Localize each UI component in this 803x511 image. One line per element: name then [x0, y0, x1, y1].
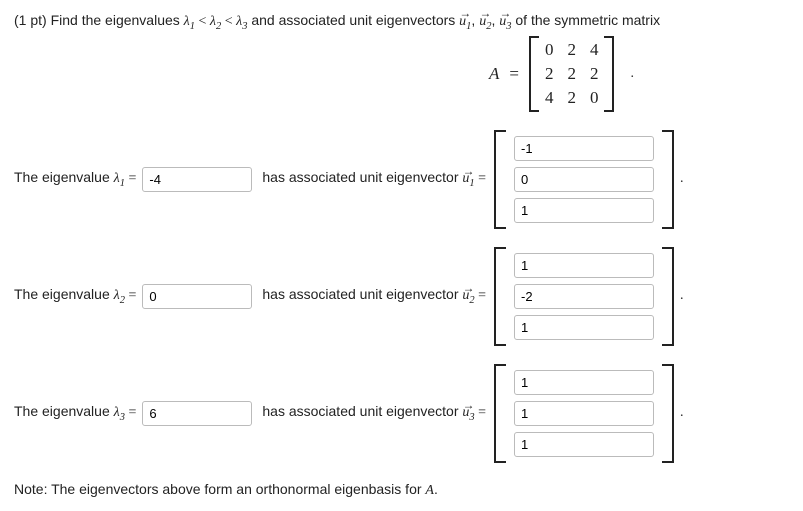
matrix-A: 024 222 420: [529, 36, 615, 112]
matrix-A-label: A: [489, 64, 499, 84]
eigen-row-2: The eigenvalue λ2 = has associated unit …: [14, 247, 789, 346]
points: (1 pt): [14, 12, 51, 28]
note-text: Note: The eigenvectors above form an ort…: [14, 481, 789, 499]
eigenvector-2-entry-3[interactable]: [514, 315, 654, 340]
eigenvalue-1-input[interactable]: [142, 167, 252, 192]
eigenvector-3-entry-3[interactable]: [514, 432, 654, 457]
matrix-equation: A = 024 222 420 .: [334, 36, 789, 112]
eigenvector-3-entry-2[interactable]: [514, 401, 654, 426]
eigenvector-1: [494, 130, 674, 229]
eigenvector-2: [494, 247, 674, 346]
eigenvector-3: [494, 364, 674, 463]
eigenvector-1-entry-2[interactable]: [514, 167, 654, 192]
eigen-row-1: The eigenvalue λ1 = has associated unit …: [14, 130, 789, 229]
eigenvector-2-entry-2[interactable]: [514, 284, 654, 309]
problem-prompt: (1 pt) Find the eigenvalues λ1 < λ2 < λ3…: [14, 12, 789, 32]
eigenvector-2-entry-1[interactable]: [514, 253, 654, 278]
eigenvalue-3-input[interactable]: [142, 401, 252, 426]
eigenvector-1-entry-3[interactable]: [514, 198, 654, 223]
eigen-row-3: The eigenvalue λ3 = has associated unit …: [14, 364, 789, 463]
eigenvalue-2-input[interactable]: [142, 284, 252, 309]
eigenvector-3-entry-1[interactable]: [514, 370, 654, 395]
eigenvector-1-entry-1[interactable]: [514, 136, 654, 161]
